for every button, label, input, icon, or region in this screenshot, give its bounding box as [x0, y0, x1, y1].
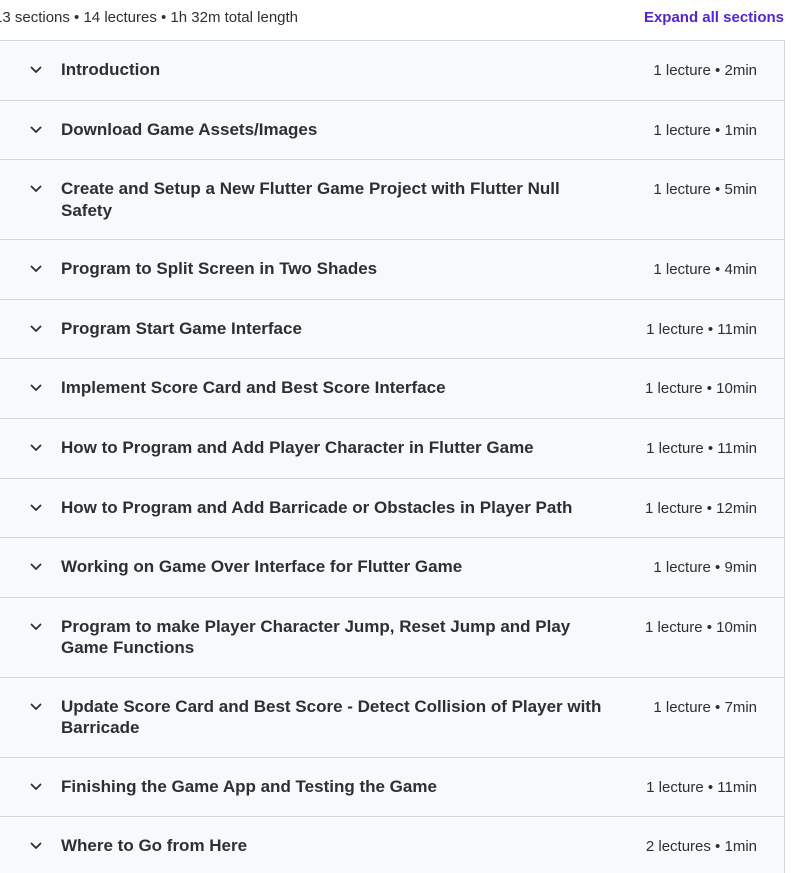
expand-all-sections-button[interactable]: Expand all sections	[644, 9, 784, 26]
section-row[interactable]: How to Program and Add Player Character …	[0, 419, 784, 479]
section-meta: 1 lecture • 4min	[653, 261, 757, 279]
section-meta: 1 lecture • 11min	[646, 320, 757, 338]
section-row[interactable]: Program to make Player Character Jump, R…	[0, 598, 784, 678]
section-meta: 1 lecture • 12min	[645, 499, 757, 517]
section-meta: 1 lecture • 10min	[645, 618, 757, 636]
section-row[interactable]: Create and Setup a New Flutter Game Proj…	[0, 160, 784, 241]
section-title: Finishing the Game App and Testing the G…	[61, 776, 437, 796]
chevron-down-icon	[29, 780, 43, 794]
section-row[interactable]: Working on Game Over Interface for Flutt…	[0, 538, 784, 598]
section-row[interactable]: Introduction 1 lecture • 2min	[0, 41, 784, 101]
section-row[interactable]: Implement Score Card and Best Score Inte…	[0, 359, 784, 419]
section-title: Introduction	[61, 60, 161, 79]
section-title: Program to make Player Character Jump, R…	[61, 616, 571, 658]
chevron-down-icon	[29, 560, 43, 574]
section-title: Implement Score Card and Best Score Inte…	[61, 378, 446, 398]
section-title: How to Program and Add Barricade or Obst…	[61, 497, 573, 517]
section-row[interactable]: Program to Split Screen in Two Shades 1 …	[0, 240, 784, 300]
section-meta: 2 lectures • 1min	[645, 838, 757, 856]
section-title: Download Game Assets/Images	[61, 119, 318, 139]
section-row[interactable]: Download Game Assets/Images 1 lecture • …	[0, 101, 784, 161]
section-meta: 1 lecture • 11min	[646, 778, 757, 796]
section-row[interactable]: Update Score Card and Best Score - Detec…	[0, 678, 784, 758]
section-meta: 1 lecture • 10min	[645, 380, 757, 398]
section-meta: 1 lecture • 7min	[653, 698, 757, 716]
chevron-down-icon	[29, 839, 43, 853]
section-row[interactable]: Program Start Game Interface 1 lecture •…	[0, 300, 784, 360]
section-title: Update Score Card and Best Score - Detec…	[61, 696, 602, 738]
course-summary-bar: 13 sections • 14 lectures • 1h 32m total…	[0, 0, 791, 40]
chevron-down-icon	[29, 262, 43, 276]
section-title: How to Program and Add Player Character …	[61, 437, 534, 457]
chevron-down-icon	[29, 182, 43, 196]
chevron-down-icon	[29, 620, 43, 634]
section-meta: 1 lecture • 2min	[653, 62, 757, 79]
chevron-down-icon	[29, 700, 43, 714]
chevron-down-icon	[29, 123, 43, 137]
section-title: Working on Game Over Interface for Flutt…	[61, 557, 463, 577]
chevron-down-icon	[29, 63, 43, 77]
chevron-down-icon	[29, 441, 43, 455]
section-row[interactable]: How to Program and Add Barricade or Obst…	[0, 479, 784, 539]
section-meta: 1 lecture • 11min	[646, 439, 757, 457]
section-row[interactable]: Finishing the Game App and Testing the G…	[0, 758, 784, 818]
section-title: Create and Setup a New Flutter Game Proj…	[61, 179, 560, 220]
chevron-down-icon	[29, 501, 43, 515]
course-summary-text: 13 sections • 14 lectures • 1h 32m total…	[0, 9, 299, 26]
course-content: 13 sections • 14 lectures • 1h 32m total…	[0, 0, 791, 873]
section-meta: 1 lecture • 5min	[653, 181, 757, 199]
sections-list: Introduction 1 lecture • 2min Download G…	[0, 40, 785, 873]
section-meta: 1 lecture • 9min	[653, 559, 757, 577]
section-meta: 1 lecture • 1min	[653, 121, 757, 139]
section-title: Program to Split Screen in Two Shades	[61, 259, 378, 279]
chevron-down-icon	[29, 381, 43, 395]
section-row[interactable]: Where to Go from Here 2 lectures • 1min	[0, 817, 784, 873]
chevron-down-icon	[29, 322, 43, 336]
section-title: Program Start Game Interface	[61, 318, 302, 338]
section-title: Where to Go from Here	[61, 836, 248, 856]
